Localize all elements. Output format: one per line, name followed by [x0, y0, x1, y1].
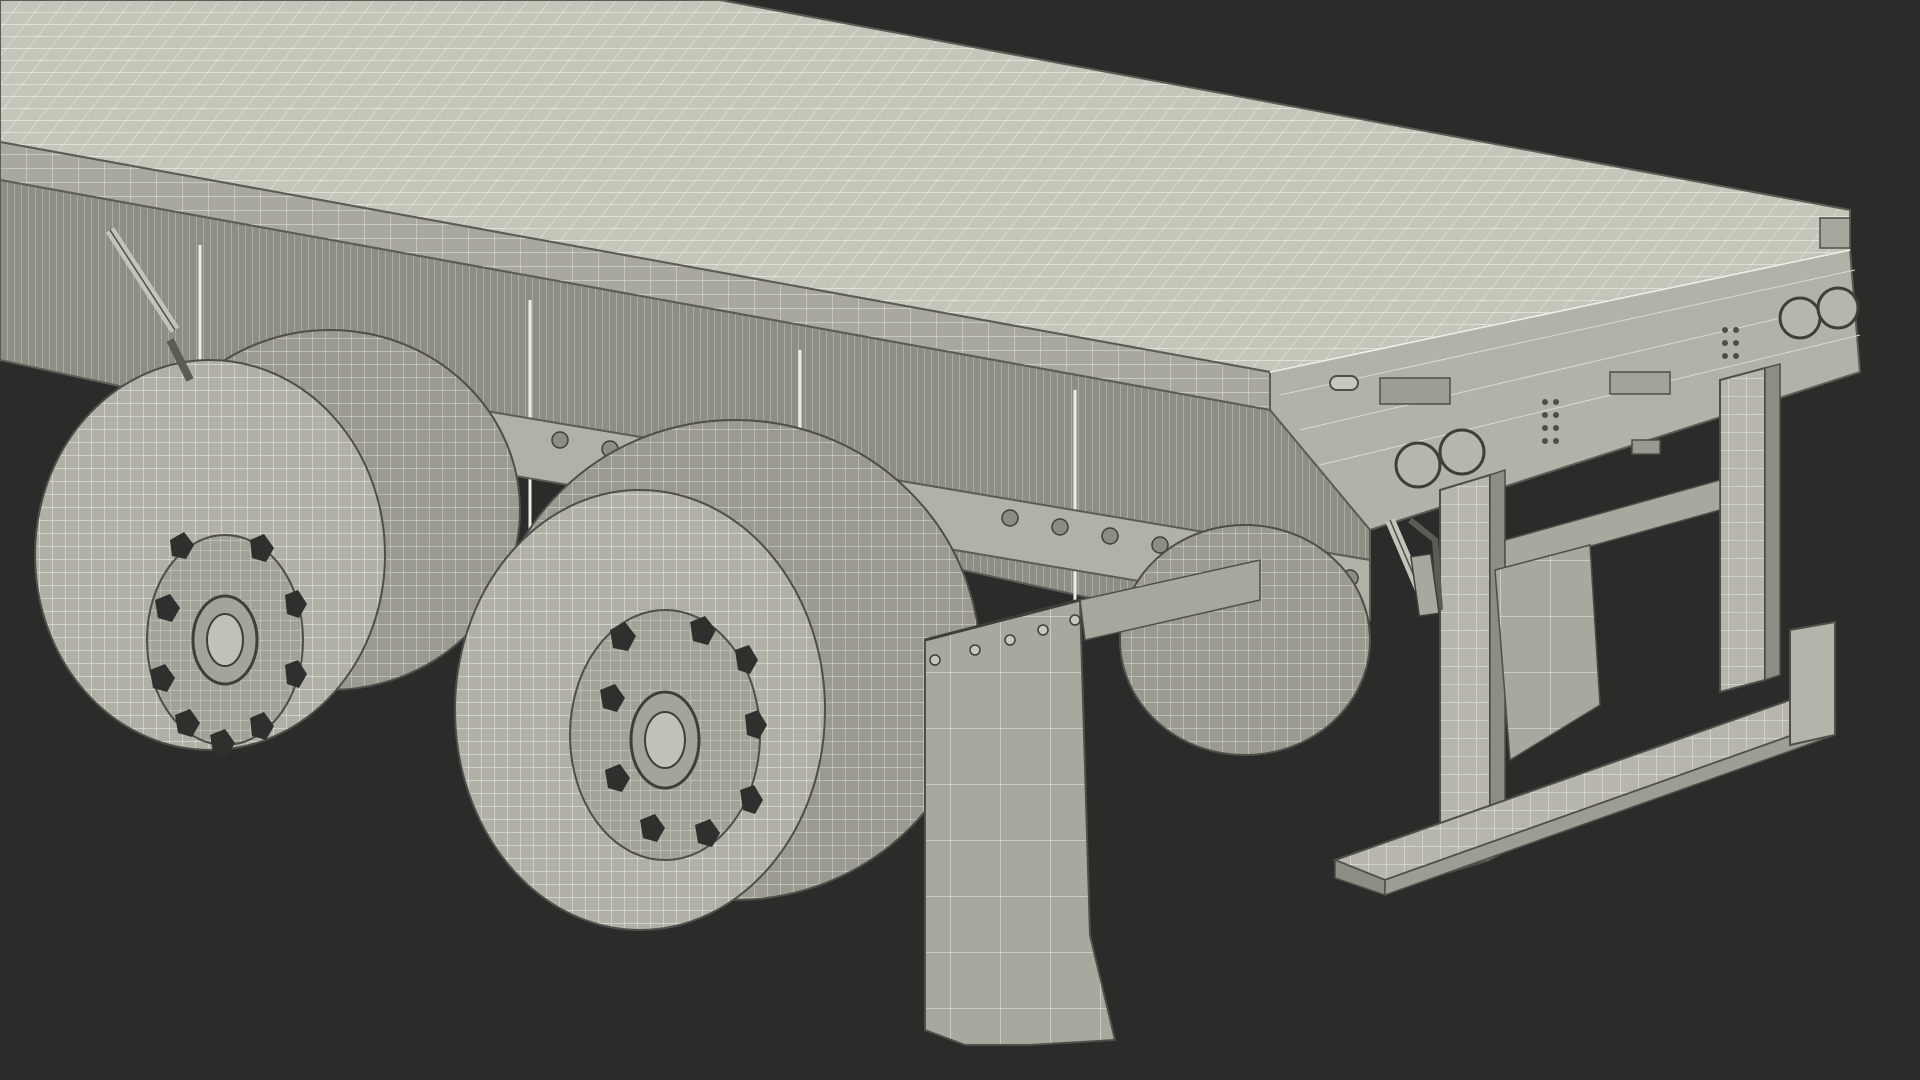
crank-handle: [1631, 439, 1661, 455]
rear-outer-tire: [454, 419, 981, 931]
front-outer-tire: [34, 329, 521, 757]
marker-light: [1329, 375, 1359, 391]
trailer-render: [0, 0, 1862, 1046]
render-viewport: [0, 0, 1920, 1080]
rear-inner-tire: [1119, 524, 1371, 756]
corner-light: [1819, 217, 1851, 249]
light-bar: [1379, 377, 1451, 405]
light-bar: [1609, 371, 1671, 395]
